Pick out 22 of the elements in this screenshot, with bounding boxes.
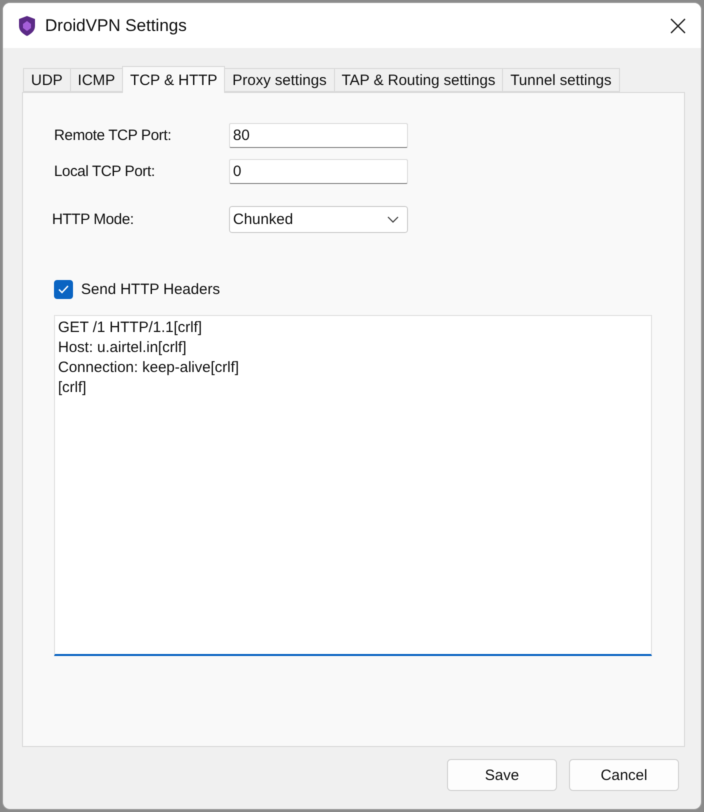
headers-field[interactable]: GET /1 HTTP/1.1[crlf] Host: u.airtel.in[crlf] Connection: keep-alive[crlf] [crlf] [54,315,652,656]
field-label: Remote TCP Port: [54,126,172,144]
port-field[interactable]: 80 [229,122,408,148]
checkbox[interactable] [54,280,73,299]
tab[interactable]: UDP [23,68,71,92]
check-icon [58,285,69,294]
chevron-icon [387,216,399,222]
tab[interactable]: TCP & HTTP [122,66,226,93]
cancel-button[interactable]: Cancel [569,759,679,791]
checkbox-label: Send HTTP Headers [81,281,220,298]
tab[interactable]: ICMP [70,68,124,92]
mode-dropdown[interactable]: Chunked [229,206,408,232]
tab[interactable]: TAP & Routing settings [334,68,504,92]
window-title: DroidVPN Settings [45,16,188,36]
field-label: Local TCP Port: [54,162,156,180]
port-field[interactable]: 0 [229,158,408,184]
field-label: HTTP Mode: [52,210,135,228]
tab[interactable]: Tunnel settings [502,68,620,92]
save-button[interactable]: Save [447,759,557,791]
shield-icon [17,14,37,36]
tab[interactable]: Proxy settings [224,68,335,92]
close-icon [670,18,686,34]
